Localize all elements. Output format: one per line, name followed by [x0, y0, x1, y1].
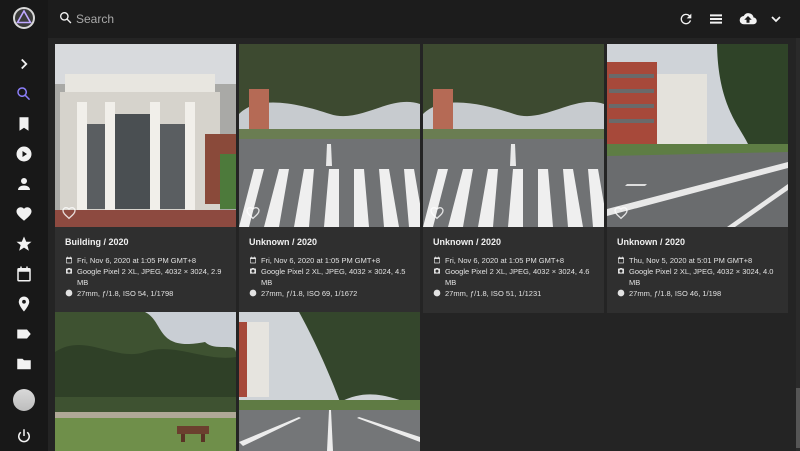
photo-grid: Building / 2020 Fri, Nov 6, 2020 at 1:05… — [48, 38, 800, 451]
photo-card[interactable] — [239, 312, 420, 451]
photo-thumbnail[interactable] — [607, 44, 788, 227]
play-circle-icon[interactable] — [12, 142, 36, 166]
label-icon[interactable] — [12, 322, 36, 346]
favorite-heart-icon[interactable] — [61, 205, 77, 221]
search-input[interactable] — [76, 8, 576, 30]
photo-camera-info: Google Pixel 2 XL, JPEG, 4032 × 3024, 2.… — [77, 267, 222, 287]
photo-thumbnail[interactable] — [423, 44, 604, 227]
photo-exif: 27mm, ƒ/1.8, ISO 51, 1/1231 — [445, 289, 542, 298]
photo-card[interactable] — [55, 312, 236, 451]
photo-thumbnail[interactable] — [239, 312, 420, 451]
folder-icon[interactable] — [12, 352, 36, 376]
search-nav-icon[interactable] — [12, 82, 36, 106]
calendar-icon — [65, 256, 74, 265]
bookmark-icon[interactable] — [12, 112, 36, 136]
calendar-icon[interactable] — [12, 262, 36, 286]
camera-icon — [65, 267, 74, 276]
photo-thumbnail[interactable] — [55, 312, 236, 451]
search-icon — [58, 10, 76, 28]
upload-cloud-icon[interactable] — [736, 9, 760, 29]
photo-date: Fri, Nov 6, 2020 at 1:05 PM GMT+8 — [445, 256, 565, 265]
photo-exif: 27mm, ƒ/1.8, ISO 46, 1/198 — [629, 289, 722, 298]
photo-thumbnail[interactable] — [55, 44, 236, 227]
top-bar — [48, 0, 800, 38]
heart-icon[interactable] — [12, 202, 36, 226]
photo-exif: 27mm, ƒ/1.8, ISO 69, 1/1672 — [261, 289, 358, 298]
app-logo-icon[interactable] — [12, 6, 36, 30]
avatar[interactable] — [13, 389, 35, 411]
star-icon[interactable] — [12, 232, 36, 256]
favorite-heart-icon[interactable] — [245, 205, 261, 221]
photo-title[interactable]: Building / 2020 — [65, 237, 226, 247]
photo-date: Fri, Nov 6, 2020 at 1:05 PM GMT+8 — [261, 256, 381, 265]
chevron-down-icon[interactable] — [766, 9, 786, 29]
expand-sidebar-icon[interactable] — [12, 52, 36, 76]
photo-exif: 27mm, ƒ/1.8, ISO 54, 1/1798 — [77, 289, 174, 298]
place-icon[interactable] — [12, 292, 36, 316]
photo-date: Fri, Nov 6, 2020 at 1:05 PM GMT+8 — [77, 256, 197, 265]
lens-icon — [617, 289, 626, 298]
lens-icon — [249, 289, 258, 298]
camera-icon — [617, 267, 626, 276]
refresh-icon[interactable] — [676, 9, 696, 29]
favorite-heart-icon[interactable] — [613, 205, 629, 221]
person-icon[interactable] — [12, 172, 36, 196]
photo-camera-info: Google Pixel 2 XL, JPEG, 4032 × 3024, 4.… — [261, 267, 406, 287]
photo-date: Thu, Nov 5, 2020 at 5:01 PM GMT+8 — [629, 256, 753, 265]
scrollbar-thumb[interactable] — [796, 388, 800, 448]
photo-thumbnail[interactable] — [239, 44, 420, 227]
lens-icon — [65, 289, 74, 298]
photo-card[interactable]: Unknown / 2020 Thu, Nov 5, 2020 at 5:01 … — [607, 44, 788, 313]
calendar-icon — [249, 256, 258, 265]
list-view-icon[interactable] — [706, 9, 726, 29]
photo-camera-info: Google Pixel 2 XL, JPEG, 4032 × 3024, 4.… — [629, 267, 774, 287]
calendar-icon — [617, 256, 626, 265]
photo-card[interactable]: Unknown / 2020 Fri, Nov 6, 2020 at 1:05 … — [239, 44, 420, 313]
scrollbar-track[interactable] — [796, 38, 800, 451]
camera-icon — [433, 267, 442, 276]
photo-card[interactable]: Unknown / 2020 Fri, Nov 6, 2020 at 1:05 … — [423, 44, 604, 313]
sidebar — [0, 0, 48, 451]
favorite-heart-icon[interactable] — [429, 205, 445, 221]
photo-card[interactable]: Building / 2020 Fri, Nov 6, 2020 at 1:05… — [55, 44, 236, 313]
lens-icon — [433, 289, 442, 298]
calendar-icon — [433, 256, 442, 265]
photo-title[interactable]: Unknown / 2020 — [617, 237, 778, 247]
photo-title[interactable]: Unknown / 2020 — [249, 237, 410, 247]
camera-icon — [249, 267, 258, 276]
photo-title[interactable]: Unknown / 2020 — [433, 237, 594, 247]
power-icon[interactable] — [12, 424, 36, 448]
photo-camera-info: Google Pixel 2 XL, JPEG, 4032 × 3024, 4.… — [445, 267, 590, 287]
